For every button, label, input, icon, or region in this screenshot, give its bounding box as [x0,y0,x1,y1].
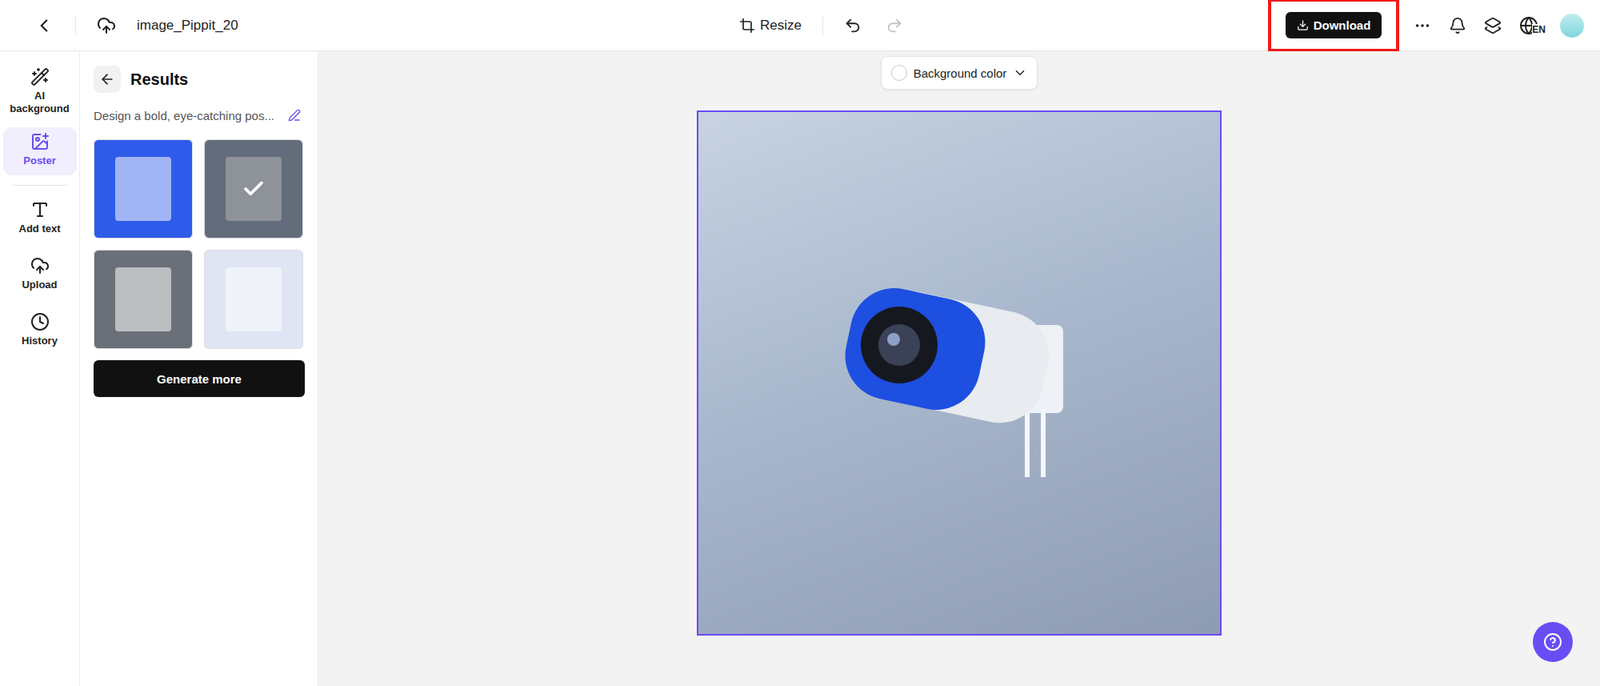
download-icon [1296,19,1309,32]
help-icon [1543,632,1563,652]
bell-icon [1448,16,1467,35]
rail-item[interactable]: Upload [3,251,77,300]
language-label: EN [1532,24,1546,36]
undo-icon [844,16,862,35]
panel-title: Results [130,70,188,89]
help-button[interactable] [1532,621,1573,662]
result-thumbnail[interactable] [204,139,304,239]
rail-item[interactable]: Add text [3,195,77,244]
notifications-button[interactable] [1445,13,1470,38]
check-icon [241,176,266,201]
thumbnail-grid [93,139,304,349]
thumbnail-picture [115,267,172,332]
result-thumbnail[interactable] [93,249,193,349]
more-button[interactable] [1410,13,1435,38]
download-highlight: Download [1268,0,1400,52]
pencil-icon [288,108,301,122]
rail-item[interactable]: History [3,307,77,356]
user-avatar[interactable] [1560,13,1584,38]
tool-rail: AI background Poster Add text Upload History [0,51,80,686]
background-color-button[interactable]: Background color [880,56,1039,90]
redo-icon [885,16,904,35]
rail-item[interactable]: Poster [3,127,77,176]
file-title[interactable]: image_Pippit_20 [136,17,239,34]
download-button[interactable]: Download [1285,12,1383,39]
chevron-down-icon [1012,65,1028,80]
result-thumbnail[interactable] [93,139,193,239]
language-button[interactable]: EN [1516,12,1549,39]
chevron-left-icon [33,15,55,36]
rail-item[interactable]: AI background [3,62,77,120]
edit-prompt-button[interactable] [284,105,304,125]
thumbnail-picture [115,156,172,221]
poster-image[interactable] [696,110,1222,636]
top-bar: image_Pippit_20 Resize Download EN [0,0,1600,52]
cloud-save-button[interactable] [93,12,120,39]
generate-more-button[interactable]: Generate more [93,360,305,397]
text-icon [30,200,50,220]
divider [822,16,824,36]
results-back-button[interactable] [93,65,121,93]
undo-button[interactable] [840,13,865,38]
rail-divider [12,184,68,186]
credits-button[interactable] [1480,13,1505,38]
ai-background-icon [30,67,50,87]
poster-icon [30,132,50,152]
result-thumbnail[interactable] [204,249,304,349]
color-swatch [891,64,908,81]
results-panel: Results Design a bold, eye-catching pos..… [80,51,319,686]
thumbnail-picture [225,267,282,332]
resize-icon [739,17,756,34]
divider [75,16,76,36]
clock-icon [30,312,50,332]
redo-button[interactable] [882,13,907,38]
canvas-area: Background color [318,51,1600,686]
upload-icon [30,256,50,276]
layers-icon [1484,16,1502,35]
arrow-left-icon [99,71,116,88]
camera-illustration [815,268,1104,477]
editor-page: image_Pippit_20 Resize Download EN AI backgr… [0,0,1600,686]
prompt-text: Design a bold, eye-catching pos... [93,108,275,123]
cloud-upload-icon [96,16,116,36]
resize-button[interactable]: Resize [736,14,805,37]
ellipsis-icon [1413,16,1432,35]
selected-overlay [204,140,303,238]
back-button[interactable] [30,12,58,40]
